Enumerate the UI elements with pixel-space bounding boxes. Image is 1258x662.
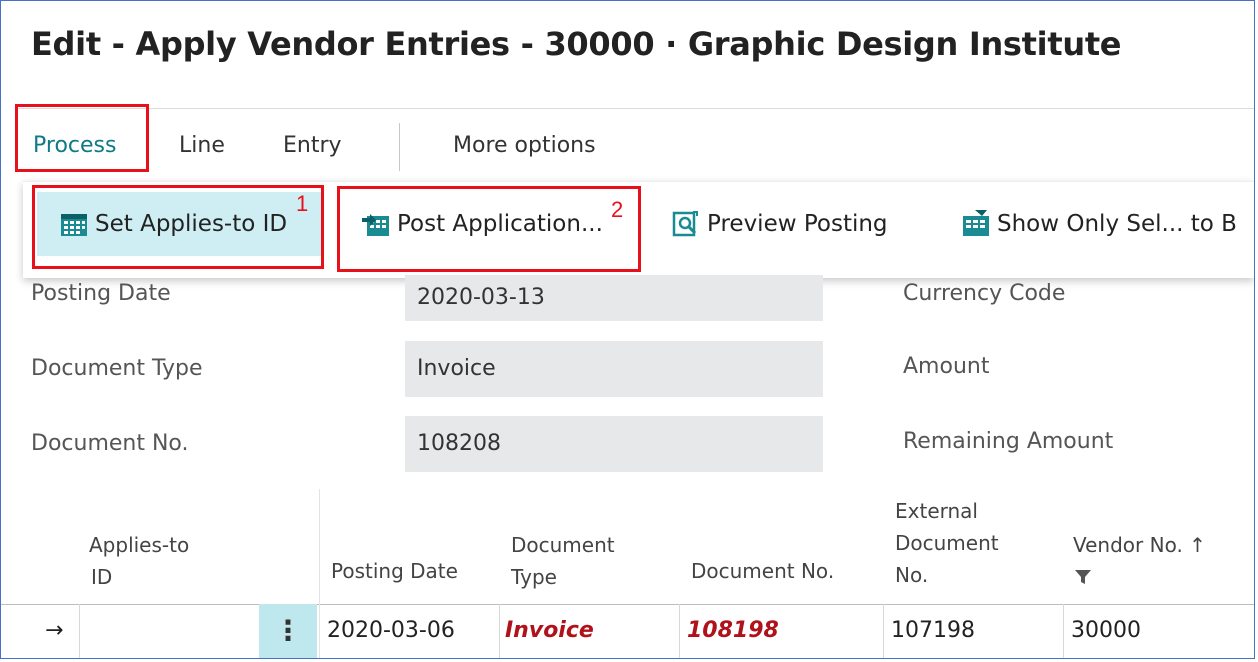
callout-number-2: 2 bbox=[611, 197, 624, 222]
posting-date-field[interactable]: 2020-03-13 bbox=[405, 275, 823, 321]
document-no-label: Document No. bbox=[31, 431, 189, 456]
amount-label: Amount bbox=[903, 354, 990, 379]
cell-divider bbox=[79, 604, 80, 658]
cell-divider bbox=[1063, 604, 1064, 658]
preview-posting-button[interactable]: Preview Posting bbox=[671, 192, 888, 256]
header-vendor-no[interactable]: Vendor No. ↑ bbox=[1073, 529, 1206, 593]
page-frame: Edit - Apply Vendor Entries - 30000 · Gr… bbox=[0, 0, 1255, 659]
header-document-no[interactable]: Document No. bbox=[691, 555, 834, 587]
remaining-amount-label: Remaining Amount bbox=[903, 429, 1114, 454]
callout-number-1: 1 bbox=[296, 191, 309, 216]
set-applies-to-id-button[interactable]: Set Applies-to ID bbox=[37, 192, 321, 256]
preview-posting-icon bbox=[671, 210, 701, 238]
cell-divider bbox=[883, 604, 884, 658]
page-title: Edit - Apply Vendor Entries - 30000 · Gr… bbox=[31, 25, 1122, 63]
show-only-selected-icon bbox=[961, 210, 991, 238]
row-menu-icon[interactable]: ⋮ bbox=[259, 604, 317, 658]
document-type-field[interactable]: Invoice bbox=[405, 341, 823, 397]
preview-posting-label: Preview Posting bbox=[707, 211, 888, 237]
calendar-icon bbox=[59, 210, 89, 238]
grid-header: Applies-to ID Posting Date Document Type… bbox=[1, 489, 1254, 605]
header-external-document-no[interactable]: External Document No. bbox=[895, 495, 999, 591]
title-divider bbox=[17, 108, 1254, 109]
external-document-no-cell: 107198 bbox=[891, 618, 975, 643]
tab-entry[interactable]: Entry bbox=[283, 133, 342, 158]
tab-process[interactable]: Process bbox=[33, 133, 116, 158]
posting-date-label: Posting Date bbox=[31, 281, 171, 306]
document-type-cell: Invoice bbox=[505, 618, 594, 643]
header-applies-to-id[interactable]: Applies-to ID bbox=[89, 529, 189, 593]
document-no-field[interactable]: 108208 bbox=[405, 416, 823, 472]
show-only-selected-label: Show Only Sel... to B bbox=[997, 211, 1237, 237]
tab-line[interactable]: Line bbox=[179, 133, 225, 158]
header-document-type[interactable]: Document Type bbox=[511, 529, 615, 593]
row-indicator-arrow-icon: → bbox=[45, 618, 64, 643]
set-applies-to-id-label: Set Applies-to ID bbox=[95, 211, 288, 237]
post-application-icon bbox=[361, 210, 391, 238]
tab-divider bbox=[399, 123, 400, 171]
action-bar: Set Applies-to ID Post Application... Pr… bbox=[23, 181, 1254, 278]
show-only-selected-button[interactable]: Show Only Sel... to B bbox=[961, 192, 1237, 256]
document-type-label: Document Type bbox=[31, 356, 203, 381]
post-application-label: Post Application... bbox=[397, 211, 603, 237]
action-tabs: Process Line Entry More options bbox=[1, 121, 1254, 177]
vendor-no-cell: 30000 bbox=[1071, 618, 1141, 643]
tab-more-options[interactable]: More options bbox=[453, 133, 596, 158]
header-posting-date[interactable]: Posting Date bbox=[331, 555, 458, 587]
cell-divider bbox=[499, 604, 500, 658]
table-row[interactable]: → ⋮ 2020-03-06 Invoice 108198 107198 300… bbox=[1, 604, 1254, 658]
document-no-cell[interactable]: 108198 bbox=[687, 604, 779, 658]
cell-divider bbox=[679, 604, 680, 658]
applies-to-id-cell[interactable] bbox=[91, 604, 251, 658]
posting-date-cell: 2020-03-06 bbox=[327, 618, 455, 643]
filter-icon bbox=[1073, 561, 1206, 593]
currency-code-label: Currency Code bbox=[903, 281, 1066, 306]
post-application-button[interactable]: Post Application... bbox=[361, 192, 603, 256]
